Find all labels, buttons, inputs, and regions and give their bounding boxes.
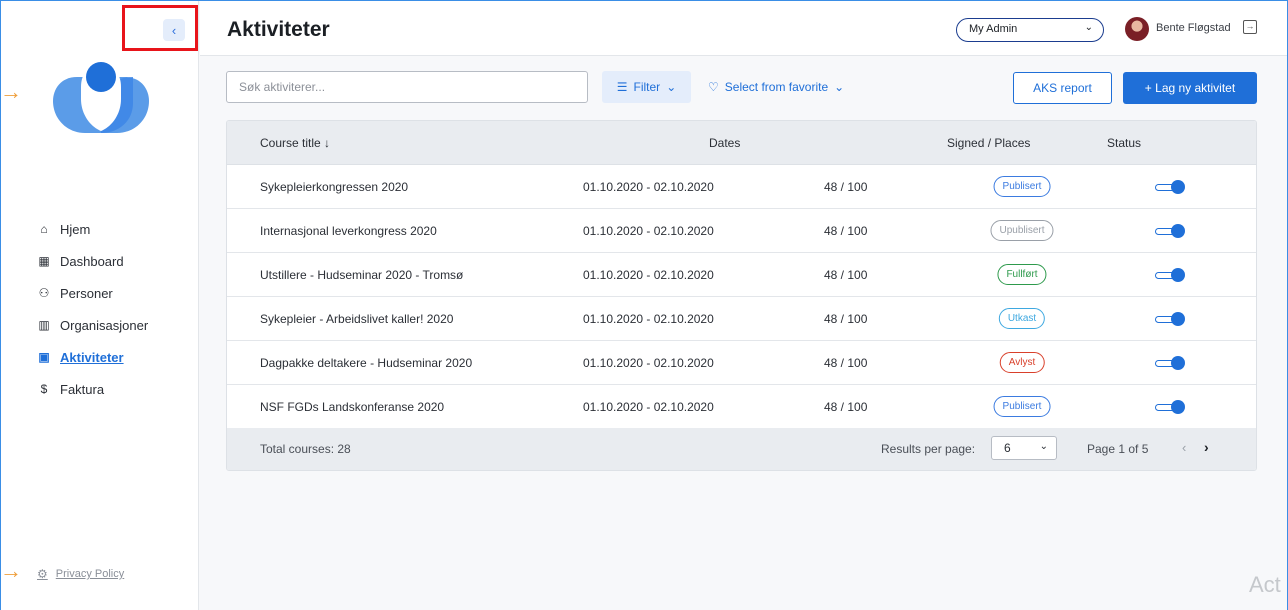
active-toggle[interactable] <box>1155 268 1185 282</box>
table-header: Course title ↓ Dates Signed / Places Sta… <box>227 121 1256 165</box>
search-input[interactable] <box>226 71 588 103</box>
results-per-page-select[interactable]: 6 ⌄ <box>991 436 1057 460</box>
column-header-signed: Signed / Places <box>947 136 1031 150</box>
sidebar-item-organisasjoner[interactable]: ▥ Organisasjoner <box>37 309 148 341</box>
sidebar-item-hjem[interactable]: ⌂ Hjem <box>37 213 148 245</box>
active-toggle[interactable] <box>1155 180 1185 194</box>
arrow-annotation-icon: → <box>0 79 22 104</box>
logo <box>53 62 149 133</box>
admin-select[interactable]: My Admin ⌄ <box>956 18 1104 42</box>
status-badge: Upublisert <box>990 220 1054 241</box>
calendar-icon: ▣ <box>38 350 50 364</box>
signed-places: 48 / 100 <box>824 180 868 194</box>
signed-places: 48 / 100 <box>824 224 868 238</box>
filter-icon: ☰ <box>616 80 628 94</box>
activities-table: Course title ↓ Dates Signed / Places Sta… <box>226 120 1257 471</box>
filter-button[interactable]: ☰ Filter ⌄ <box>602 71 691 103</box>
active-toggle[interactable] <box>1155 312 1185 326</box>
filter-label: Filter <box>633 80 661 94</box>
admin-select-value: My Admin <box>969 23 1018 35</box>
people-icon: ⚇ <box>38 286 50 300</box>
sidebar-item-faktura[interactable]: $ Faktura <box>37 373 148 405</box>
heart-icon: ♡ <box>708 80 719 94</box>
table-footer: Total courses: 28 Results per page: 6 ⌄ … <box>227 428 1256 470</box>
course-title[interactable]: Utstillere - Hudseminar 2020 - Tromsø <box>260 268 463 282</box>
course-title[interactable]: NSF FGDs Landskonferanse 2020 <box>260 400 444 414</box>
sidebar-nav: ⌂ Hjem ▦ Dashboard ⚇ Personer ▥ Organisa… <box>37 213 148 405</box>
chevron-down-icon: ⌄ <box>1084 22 1093 33</box>
course-dates: 01.10.2020 - 02.10.2020 <box>583 224 714 238</box>
course-title[interactable]: Internasjonal leverkongress 2020 <box>260 224 437 238</box>
sidebar-item-label: Organisasjoner <box>60 317 149 333</box>
favorite-label: Select from favorite <box>724 80 829 94</box>
status-badge: Publisert <box>993 396 1051 417</box>
course-dates: 01.10.2020 - 02.10.2020 <box>583 356 714 370</box>
table-row[interactable]: Sykepleierkongressen 2020 01.10.2020 - 02… <box>227 165 1256 209</box>
status-badge: Avlyst <box>999 352 1045 373</box>
active-toggle[interactable] <box>1155 224 1185 238</box>
course-dates: 01.10.2020 - 02.10.2020 <box>583 400 714 414</box>
course-title[interactable]: Dagpakke deltakere - Hudseminar 2020 <box>260 356 472 370</box>
next-page-button[interactable]: › <box>1204 439 1209 455</box>
column-header-status: Status <box>1107 136 1142 150</box>
page-indicator: Page 1 of 5 <box>1087 442 1149 456</box>
column-header-title[interactable]: Course title ↓ <box>260 136 330 150</box>
course-dates: 01.10.2020 - 02.10.2020 <box>583 180 714 194</box>
previous-page-button[interactable]: ‹ <box>1182 440 1186 455</box>
course-dates: 01.10.2020 - 02.10.2020 <box>583 312 714 326</box>
privacy-icon: ⚙ <box>37 567 48 581</box>
table-row[interactable]: Sykepleier - Arbeidslivet kaller! 2020 01… <box>227 297 1256 341</box>
active-toggle[interactable] <box>1155 356 1185 370</box>
top-header: Aktiviteter My Admin ⌄ Bente Fløgstad → <box>200 1 1287 56</box>
building-icon: ▥ <box>38 318 50 332</box>
status-badge: Utkast <box>998 308 1046 329</box>
sidebar-item-label: Hjem <box>60 221 91 237</box>
signed-places: 48 / 100 <box>824 268 868 282</box>
new-activity-button[interactable]: + Lag ny aktivitet <box>1123 72 1257 104</box>
home-icon: ⌂ <box>40 222 48 236</box>
sidebar: ‹ ⌂ Hjem ▦ Dashboard ⚇ Personer ▥ Organi… <box>1 1 199 610</box>
sidebar-item-aktiviteter[interactable]: ▣ Aktiviteter <box>37 341 148 373</box>
course-dates: 01.10.2020 - 02.10.2020 <box>583 268 714 282</box>
logout-icon[interactable]: → <box>1243 20 1257 34</box>
sidebar-item-label: Personer <box>60 285 113 301</box>
signed-places: 48 / 100 <box>824 356 868 370</box>
chevron-down-icon: ⌄ <box>834 80 845 94</box>
total-courses: Total courses: 28 <box>260 442 351 456</box>
highlight-annotation <box>122 5 198 51</box>
watermark: Act <box>1249 572 1281 597</box>
table-row[interactable]: Internasjonal leverkongress 2020 01.10.20… <box>227 209 1256 253</box>
chevron-down-icon: ⌄ <box>666 80 677 94</box>
privacy-label: Privacy Policy <box>55 568 125 580</box>
aks-report-button[interactable]: AKS report <box>1013 72 1112 104</box>
status-badge: Fullført <box>997 264 1047 285</box>
sidebar-item-personer[interactable]: ⚇ Personer <box>37 277 148 309</box>
arrow-annotation-icon: → <box>0 558 22 583</box>
results-per-page-value: 6 <box>1004 441 1011 455</box>
privacy-policy-link[interactable]: ⚙ Privacy Policy <box>37 567 124 581</box>
chevron-down-icon: ⌄ <box>1039 441 1048 452</box>
table-row[interactable]: Dagpakke deltakere - Hudseminar 2020 01.1… <box>227 341 1256 385</box>
page-title: Aktiviteter <box>227 18 330 41</box>
table-row[interactable]: Utstillere - Hudseminar 2020 - Tromsø 01.… <box>227 253 1256 297</box>
sidebar-item-dashboard[interactable]: ▦ Dashboard <box>37 245 148 277</box>
dollar-icon: $ <box>40 382 48 396</box>
sidebar-item-label: Dashboard <box>60 253 124 269</box>
results-per-page-label: Results per page: <box>881 442 976 456</box>
signed-places: 48 / 100 <box>824 400 868 414</box>
dashboard-icon: ▦ <box>38 254 50 268</box>
signed-places: 48 / 100 <box>824 312 868 326</box>
select-favorite-button[interactable]: ♡ Select from favorite ⌄ <box>708 71 844 103</box>
course-title[interactable]: Sykepleier - Arbeidslivet kaller! 2020 <box>260 312 453 326</box>
course-title[interactable]: Sykepleierkongressen 2020 <box>260 180 408 194</box>
sidebar-item-label: Faktura <box>60 381 105 397</box>
column-header-dates: Dates <box>709 136 741 150</box>
avatar[interactable] <box>1125 17 1149 41</box>
sidebar-item-label: Aktiviteter <box>60 349 124 365</box>
active-toggle[interactable] <box>1155 400 1185 414</box>
user-name: Bente Fløgstad <box>1156 22 1231 34</box>
status-badge: Publisert <box>993 176 1051 197</box>
table-row[interactable]: NSF FGDs Landskonferanse 2020 01.10.2020 … <box>227 385 1256 429</box>
